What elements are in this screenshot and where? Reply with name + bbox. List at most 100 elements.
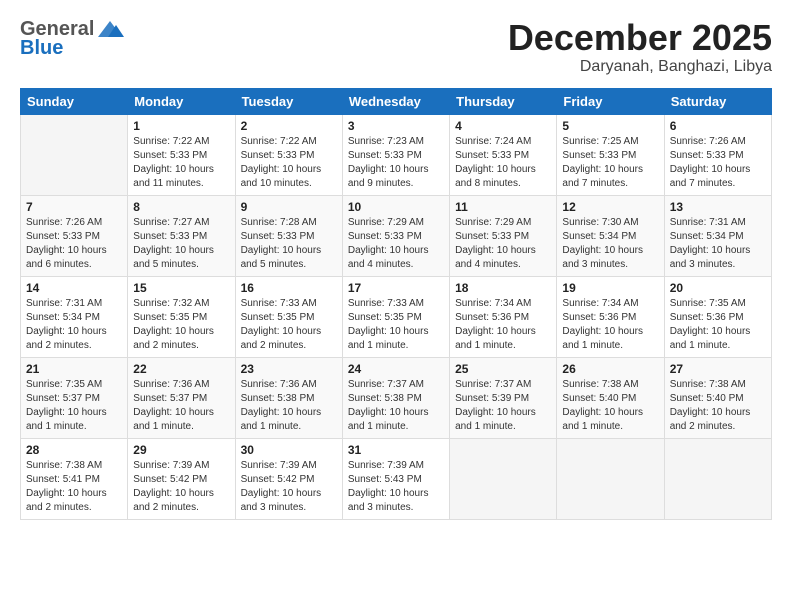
calendar-day-cell: 25 Sunrise: 7:37 AM Sunset: 5:39 PM Dayli… <box>450 357 557 438</box>
day-info: Sunrise: 7:22 AM Sunset: 5:33 PM Dayligh… <box>241 135 337 191</box>
calendar-day-cell: 1 Sunrise: 7:22 AM Sunset: 5:33 PM Daylig… <box>128 114 235 195</box>
day-number: 10 <box>348 200 444 214</box>
day-number: 14 <box>26 281 122 295</box>
day-number: 28 <box>26 443 122 457</box>
calendar-day-cell: 29 Sunrise: 7:39 AM Sunset: 5:42 PM Dayli… <box>128 438 235 519</box>
day-number: 11 <box>455 200 551 214</box>
weekday-header-monday: Monday <box>128 88 235 114</box>
calendar-day-cell: 4 Sunrise: 7:24 AM Sunset: 5:33 PM Daylig… <box>450 114 557 195</box>
calendar-day-cell <box>450 438 557 519</box>
weekday-header-tuesday: Tuesday <box>235 88 342 114</box>
calendar-day-cell: 26 Sunrise: 7:38 AM Sunset: 5:40 PM Dayli… <box>557 357 664 438</box>
day-info: Sunrise: 7:35 AM Sunset: 5:37 PM Dayligh… <box>26 378 122 434</box>
day-info: Sunrise: 7:31 AM Sunset: 5:34 PM Dayligh… <box>670 216 766 272</box>
day-info: Sunrise: 7:37 AM Sunset: 5:39 PM Dayligh… <box>455 378 551 434</box>
day-number: 30 <box>241 443 337 457</box>
calendar-day-cell <box>557 438 664 519</box>
calendar-table: SundayMondayTuesdayWednesdayThursdayFrid… <box>20 88 772 520</box>
calendar-week-row: 14 Sunrise: 7:31 AM Sunset: 5:34 PM Dayli… <box>21 276 772 357</box>
day-number: 18 <box>455 281 551 295</box>
calendar-day-cell: 7 Sunrise: 7:26 AM Sunset: 5:33 PM Daylig… <box>21 195 128 276</box>
calendar-week-row: 28 Sunrise: 7:38 AM Sunset: 5:41 PM Dayli… <box>21 438 772 519</box>
calendar-day-cell: 2 Sunrise: 7:22 AM Sunset: 5:33 PM Daylig… <box>235 114 342 195</box>
day-number: 7 <box>26 200 122 214</box>
day-number: 12 <box>562 200 658 214</box>
location: Daryanah, Banghazi, Libya <box>508 58 772 76</box>
day-info: Sunrise: 7:39 AM Sunset: 5:42 PM Dayligh… <box>241 459 337 515</box>
calendar-day-cell: 31Sunrise: 7:39 AM Sunset: 5:43 PM Dayli… <box>342 438 449 519</box>
day-number: 16 <box>241 281 337 295</box>
day-number: 27 <box>670 362 766 376</box>
calendar-day-cell: 22 Sunrise: 7:36 AM Sunset: 5:37 PM Dayli… <box>128 357 235 438</box>
day-info: Sunrise: 7:29 AM Sunset: 5:33 PM Dayligh… <box>348 216 444 272</box>
calendar-day-cell <box>664 438 771 519</box>
day-info: Sunrise: 7:37 AM Sunset: 5:38 PM Dayligh… <box>348 378 444 434</box>
day-info: Sunrise: 7:39 AM Sunset: 5:42 PM Dayligh… <box>133 459 229 515</box>
day-number: 17 <box>348 281 444 295</box>
day-number: 2 <box>241 119 337 133</box>
day-info: Sunrise: 7:30 AM Sunset: 5:34 PM Dayligh… <box>562 216 658 272</box>
calendar-day-cell: 20 Sunrise: 7:35 AM Sunset: 5:36 PM Dayli… <box>664 276 771 357</box>
calendar-day-cell: 13 Sunrise: 7:31 AM Sunset: 5:34 PM Dayli… <box>664 195 771 276</box>
page-container: General Blue December 2025 Daryanah, Ban… <box>0 0 792 530</box>
day-info: Sunrise: 7:38 AM Sunset: 5:41 PM Dayligh… <box>26 459 122 515</box>
weekday-header-row: SundayMondayTuesdayWednesdayThursdayFrid… <box>21 88 772 114</box>
day-number: 25 <box>455 362 551 376</box>
day-number: 22 <box>133 362 229 376</box>
day-info: Sunrise: 7:38 AM Sunset: 5:40 PM Dayligh… <box>670 378 766 434</box>
day-number: 19 <box>562 281 658 295</box>
day-info: Sunrise: 7:27 AM Sunset: 5:33 PM Dayligh… <box>133 216 229 272</box>
day-info: Sunrise: 7:26 AM Sunset: 5:33 PM Dayligh… <box>26 216 122 272</box>
weekday-header-wednesday: Wednesday <box>342 88 449 114</box>
calendar-day-cell: 12 Sunrise: 7:30 AM Sunset: 5:34 PM Dayli… <box>557 195 664 276</box>
logo-blue-text: Blue <box>20 37 63 59</box>
calendar-day-cell: 23Sunrise: 7:36 AM Sunset: 5:38 PM Dayli… <box>235 357 342 438</box>
weekday-header-sunday: Sunday <box>21 88 128 114</box>
day-number: 29 <box>133 443 229 457</box>
header: General Blue December 2025 Daryanah, Ban… <box>20 18 772 76</box>
day-info: Sunrise: 7:38 AM Sunset: 5:40 PM Dayligh… <box>562 378 658 434</box>
day-info: Sunrise: 7:36 AM Sunset: 5:37 PM Dayligh… <box>133 378 229 434</box>
day-number: 26 <box>562 362 658 376</box>
calendar-day-cell: 15Sunrise: 7:32 AM Sunset: 5:35 PM Dayli… <box>128 276 235 357</box>
calendar-day-cell: 24 Sunrise: 7:37 AM Sunset: 5:38 PM Dayli… <box>342 357 449 438</box>
day-number: 9 <box>241 200 337 214</box>
day-info: Sunrise: 7:36 AM Sunset: 5:38 PM Dayligh… <box>241 378 337 434</box>
calendar-day-cell: 17 Sunrise: 7:33 AM Sunset: 5:35 PM Dayli… <box>342 276 449 357</box>
calendar-day-cell: 16 Sunrise: 7:33 AM Sunset: 5:35 PM Dayli… <box>235 276 342 357</box>
day-info: Sunrise: 7:25 AM Sunset: 5:33 PM Dayligh… <box>562 135 658 191</box>
day-info: Sunrise: 7:35 AM Sunset: 5:36 PM Dayligh… <box>670 297 766 353</box>
day-info: Sunrise: 7:29 AM Sunset: 5:33 PM Dayligh… <box>455 216 551 272</box>
logo: General Blue <box>20 18 124 60</box>
weekday-header-thursday: Thursday <box>450 88 557 114</box>
day-info: Sunrise: 7:33 AM Sunset: 5:35 PM Dayligh… <box>241 297 337 353</box>
calendar-week-row: 1 Sunrise: 7:22 AM Sunset: 5:33 PM Daylig… <box>21 114 772 195</box>
calendar-day-cell: 5 Sunrise: 7:25 AM Sunset: 5:33 PM Daylig… <box>557 114 664 195</box>
day-number: 24 <box>348 362 444 376</box>
day-info: Sunrise: 7:33 AM Sunset: 5:35 PM Dayligh… <box>348 297 444 353</box>
day-info: Sunrise: 7:24 AM Sunset: 5:33 PM Dayligh… <box>455 135 551 191</box>
calendar-day-cell <box>21 114 128 195</box>
day-number: 1 <box>133 119 229 133</box>
calendar-day-cell: 19Sunrise: 7:34 AM Sunset: 5:36 PM Dayli… <box>557 276 664 357</box>
calendar-day-cell: 9Sunrise: 7:28 AM Sunset: 5:33 PM Daylig… <box>235 195 342 276</box>
day-info: Sunrise: 7:22 AM Sunset: 5:33 PM Dayligh… <box>133 135 229 191</box>
day-number: 21 <box>26 362 122 376</box>
weekday-header-friday: Friday <box>557 88 664 114</box>
day-info: Sunrise: 7:39 AM Sunset: 5:43 PM Dayligh… <box>348 459 444 515</box>
calendar-day-cell: 11 Sunrise: 7:29 AM Sunset: 5:33 PM Dayli… <box>450 195 557 276</box>
calendar-day-cell: 28 Sunrise: 7:38 AM Sunset: 5:41 PM Dayli… <box>21 438 128 519</box>
day-info: Sunrise: 7:32 AM Sunset: 5:35 PM Dayligh… <box>133 297 229 353</box>
weekday-header-saturday: Saturday <box>664 88 771 114</box>
day-number: 13 <box>670 200 766 214</box>
day-number: 3 <box>348 119 444 133</box>
logo-icon <box>96 19 124 41</box>
calendar-day-cell: 21 Sunrise: 7:35 AM Sunset: 5:37 PM Dayli… <box>21 357 128 438</box>
day-number: 5 <box>562 119 658 133</box>
calendar-day-cell: 18 Sunrise: 7:34 AM Sunset: 5:36 PM Dayli… <box>450 276 557 357</box>
calendar-day-cell: 6Sunrise: 7:26 AM Sunset: 5:33 PM Daylig… <box>664 114 771 195</box>
day-number: 20 <box>670 281 766 295</box>
day-info: Sunrise: 7:34 AM Sunset: 5:36 PM Dayligh… <box>455 297 551 353</box>
day-number: 4 <box>455 119 551 133</box>
day-info: Sunrise: 7:31 AM Sunset: 5:34 PM Dayligh… <box>26 297 122 353</box>
